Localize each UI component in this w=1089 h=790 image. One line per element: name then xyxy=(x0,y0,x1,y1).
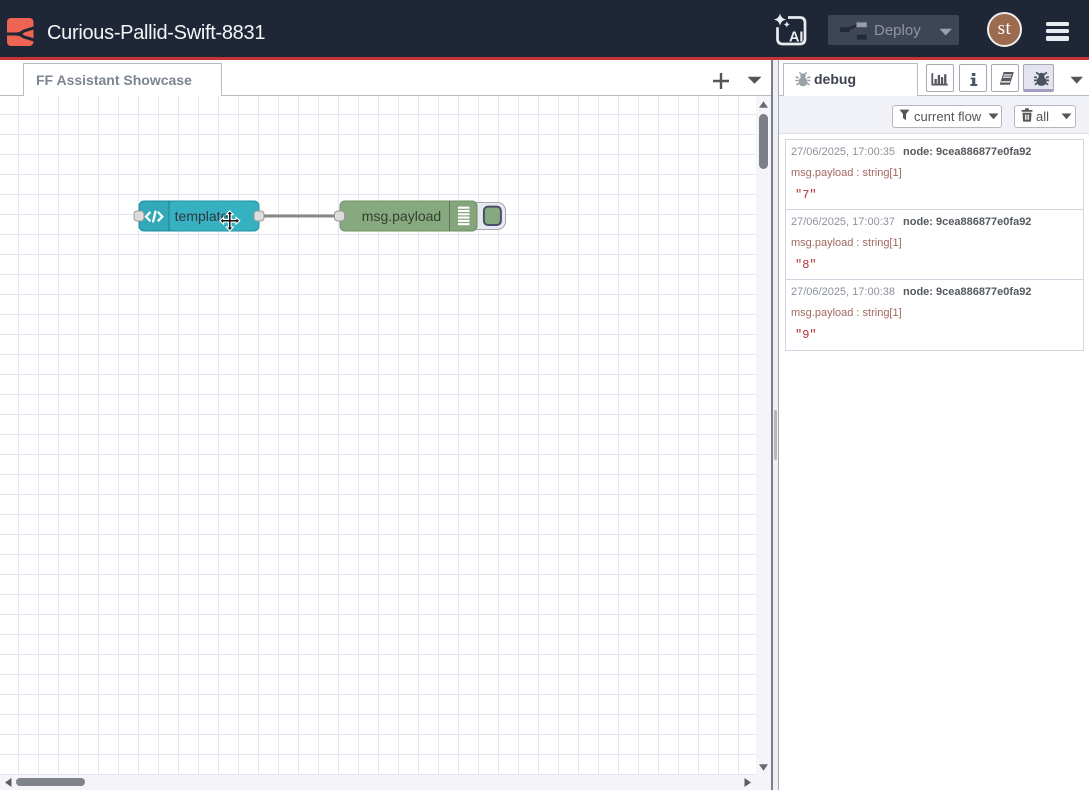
svg-text:msg.payload: msg.payload xyxy=(362,208,441,224)
svg-text:AI: AI xyxy=(789,30,804,46)
